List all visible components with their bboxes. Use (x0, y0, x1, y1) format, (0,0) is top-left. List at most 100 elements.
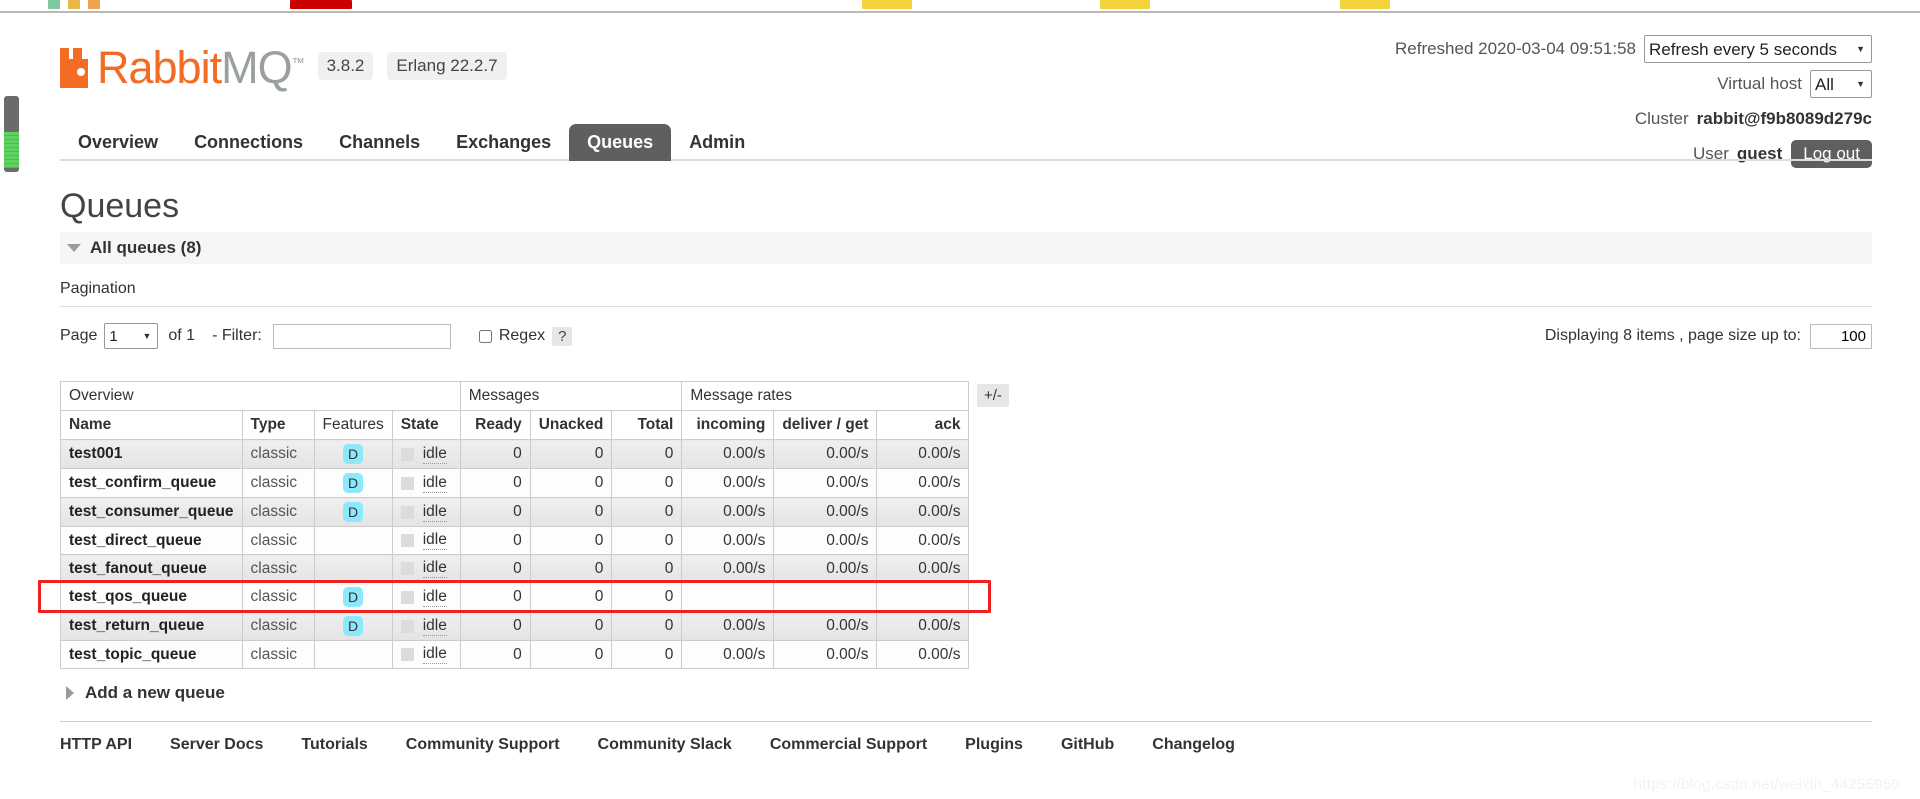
state-indicator-square (400, 590, 414, 604)
state-text: idle (422, 473, 447, 493)
regex-checkbox[interactable] (478, 329, 492, 343)
queues-table: Overview Messages Message rates Name Type Fe… (60, 381, 970, 669)
footer-link-github[interactable]: GitHub (1061, 736, 1114, 754)
page-select[interactable]: 1 (104, 323, 159, 349)
help-icon[interactable]: ? (552, 326, 573, 346)
footer-link-plugins[interactable]: Plugins (965, 736, 1023, 754)
footer-link-http-api[interactable]: HTTP API (60, 736, 132, 754)
rate-incoming-cell: 0.00/s (681, 526, 775, 555)
messages-ready-cell: 0 (459, 611, 531, 641)
refresh-interval-select[interactable]: Refresh every 5 secondsRefresh every 10 … (1644, 35, 1872, 63)
queue-state-cell: idle (391, 439, 461, 469)
footer-link-tutorials[interactable]: Tutorials (301, 736, 367, 754)
messages-ready-cell: 0 (459, 526, 531, 555)
table-row: test_consumer_queue classic Didle 0 0 0 0.00/s… (60, 497, 970, 527)
queue-name-cell[interactable]: test_qos_queue (60, 582, 243, 612)
queue-name-cell[interactable]: test_consumer_queue (60, 497, 243, 527)
messages-total-cell: 0 (611, 640, 683, 669)
watermark-text: https://blog.csdn.net/weixin_44255950 (1633, 776, 1900, 793)
queue-name-cell[interactable]: test001 (60, 439, 243, 469)
messages-total-cell: 0 (611, 526, 683, 555)
page-title: Queues (60, 187, 180, 225)
nav-tab-exchanges[interactable]: Exchanges (438, 124, 569, 161)
queue-state-cell: idle (391, 526, 461, 555)
nav-tab-channels[interactable]: Channels (321, 124, 438, 161)
footer-link-commercial-support[interactable]: Commercial Support (770, 736, 927, 754)
bookmark-item[interactable] (88, 0, 100, 9)
nav-tab-connections[interactable]: Connections (176, 124, 321, 161)
rate-ack-cell: 0.00/s (876, 468, 970, 498)
queue-features-cell: D (313, 582, 393, 612)
rate-incoming-cell: 0.00/s (681, 497, 775, 527)
state-text: idle (422, 531, 447, 550)
nav-tab-admin[interactable]: Admin (671, 124, 763, 161)
messages-unacked-cell: 0 (529, 497, 613, 527)
column-header-incoming[interactable]: incoming (681, 410, 775, 440)
column-header-type[interactable]: Type (241, 410, 315, 440)
nav-tab-queues[interactable]: Queues (569, 124, 672, 161)
rate-deliver-get-cell: 0.00/s (773, 526, 878, 555)
messages-total-cell: 0 (611, 497, 683, 527)
queue-name-cell[interactable]: test_confirm_queue (60, 468, 243, 498)
bookmark-item[interactable] (48, 0, 60, 9)
queues-table-wrapper: Overview Messages Message rates Name Type Fe… (38, 381, 1872, 669)
rate-incoming-cell (681, 582, 775, 612)
rate-ack-cell: 0.00/s (876, 640, 970, 669)
virtual-host-select[interactable]: All/ (1810, 70, 1872, 98)
queue-name-cell[interactable]: test_return_queue (60, 611, 243, 641)
rate-ack-cell (876, 582, 970, 612)
column-header-state[interactable]: State (391, 410, 461, 440)
page-size-input[interactable] (1810, 323, 1872, 349)
queue-name-cell[interactable]: test_topic_queue (60, 640, 243, 669)
page-header: RabbitMQ™ 3.8.2 Erlang 22.2.7 Refreshed … (48, 15, 1872, 168)
state-indicator-square (400, 476, 414, 490)
group-header-messages: Messages (459, 381, 683, 411)
filter-input[interactable] (272, 323, 451, 349)
browser-bookmark-bar (0, 0, 1920, 13)
page-content: Queues All queues (8) Pagination Page 1 … (38, 161, 1872, 754)
table-row: test_fanout_queue classic idle 0 0 0 0.00/s 0.0… (60, 554, 970, 583)
group-header-overview: Overview (60, 381, 461, 411)
footer-link-changelog[interactable]: Changelog (1152, 736, 1235, 754)
footer-link-server-docs[interactable]: Server Docs (170, 736, 263, 754)
rate-ack-cell: 0.00/s (876, 611, 970, 641)
rabbitmq-management-page: RabbitMQ™ 3.8.2 Erlang 22.2.7 Refreshed … (0, 15, 1920, 799)
queue-type-cell: classic (241, 640, 315, 669)
column-header-ready[interactable]: Ready (459, 410, 531, 440)
column-header-deliver-get[interactable]: deliver / get (773, 410, 878, 440)
state-indicator-square (400, 505, 414, 519)
all-queues-section-header[interactable]: All queues (8) (60, 232, 1872, 264)
rate-deliver-get-cell: 0.00/s (773, 497, 878, 527)
state-indicator-square (400, 619, 414, 633)
queue-type-cell: classic (241, 554, 315, 583)
table-head: Overview Messages Message rates Name Type Fe… (60, 381, 970, 440)
column-header-name[interactable]: Name (60, 410, 243, 440)
bookmark-item[interactable] (68, 0, 80, 9)
filter-label: - Filter: (212, 327, 262, 344)
bookmark-item[interactable] (290, 0, 352, 9)
nav-tab-overview[interactable]: Overview (60, 124, 176, 161)
add-new-queue-section[interactable]: Add a new queue (60, 683, 1872, 703)
queue-features-cell: D (313, 497, 393, 527)
footer-link-community-slack[interactable]: Community Slack (598, 736, 732, 754)
column-header-ack[interactable]: ack (876, 410, 970, 440)
rabbitmq-logo[interactable]: RabbitMQ™ 3.8.2 Erlang 22.2.7 (60, 43, 507, 90)
footer-link-community-support[interactable]: Community Support (406, 736, 560, 754)
column-header-total[interactable]: Total (611, 410, 683, 440)
messages-ready-cell: 0 (459, 468, 531, 498)
toggle-columns-button[interactable]: +/- (977, 384, 1009, 407)
bookmark-item[interactable] (1100, 0, 1150, 9)
rate-deliver-get-cell: 0.00/s (773, 554, 878, 583)
bookmark-item[interactable] (1340, 0, 1390, 9)
state-indicator-square (400, 534, 414, 547)
table-row: test_direct_queue classic idle 0 0 0 0.00/s 0.0… (60, 526, 970, 555)
rate-incoming-cell: 0.00/s (681, 611, 775, 641)
bookmark-item[interactable] (862, 0, 912, 9)
queue-name-cell[interactable]: test_direct_queue (60, 526, 243, 555)
table-row: test_topic_queue classic idle 0 0 0 0.00/s 0.00… (60, 640, 970, 669)
rate-incoming-cell: 0.00/s (681, 554, 775, 583)
queue-name-cell[interactable]: test_fanout_queue (60, 554, 243, 583)
column-header-unacked[interactable]: Unacked (529, 410, 613, 440)
queue-state-cell: idle (391, 611, 461, 641)
messages-unacked-cell: 0 (529, 468, 613, 498)
